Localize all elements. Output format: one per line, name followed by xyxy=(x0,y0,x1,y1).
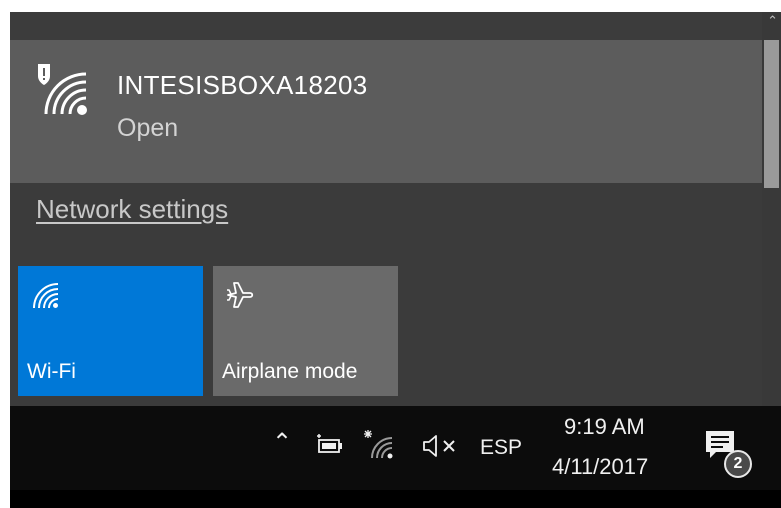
battery-charging-icon[interactable] xyxy=(315,434,345,458)
network-list-top xyxy=(10,12,762,40)
airplane-icon xyxy=(227,282,254,308)
taskbar: ⌃ ESP 9:19 AM 4/11/2017 2 xyxy=(10,406,781,490)
airplane-tile-label: Airplane mode xyxy=(222,360,358,383)
wifi-tile-label: Wi-Fi xyxy=(27,360,76,383)
wifi-secured-warning-icon xyxy=(38,64,87,115)
wifi-toggle-tile[interactable]: Wi-Fi xyxy=(18,266,203,396)
wifi-icon xyxy=(33,283,59,309)
scrollbar-thumb[interactable] xyxy=(764,40,779,188)
screen-bottom-edge xyxy=(10,490,781,508)
network-item[interactable]: INTESISBOXA18203 Open xyxy=(10,40,762,183)
notification-count-badge: 2 xyxy=(724,450,752,478)
scrollbar[interactable]: ⌃ xyxy=(762,12,781,406)
network-status: Open xyxy=(117,114,179,142)
wifi-tray-icon[interactable] xyxy=(362,428,396,460)
volume-muted-icon[interactable] xyxy=(420,432,462,460)
network-flyout: INTESISBOXA18203 Open Network settings W… xyxy=(10,12,781,406)
action-center-button[interactable]: 2 xyxy=(704,428,754,478)
chevron-up-icon[interactable]: ⌃ xyxy=(272,428,302,458)
clock-date: 4/11/2017 xyxy=(552,454,649,479)
network-settings-link[interactable]: Network settings xyxy=(36,194,228,225)
airplane-mode-tile[interactable]: Airplane mode xyxy=(213,266,398,396)
clock-time: 9:19 AM xyxy=(564,414,645,439)
input-language-indicator[interactable]: ESP xyxy=(480,436,522,460)
scroll-up-arrow-icon[interactable]: ⌃ xyxy=(767,14,778,29)
network-name: INTESISBOXA18203 xyxy=(117,70,368,100)
